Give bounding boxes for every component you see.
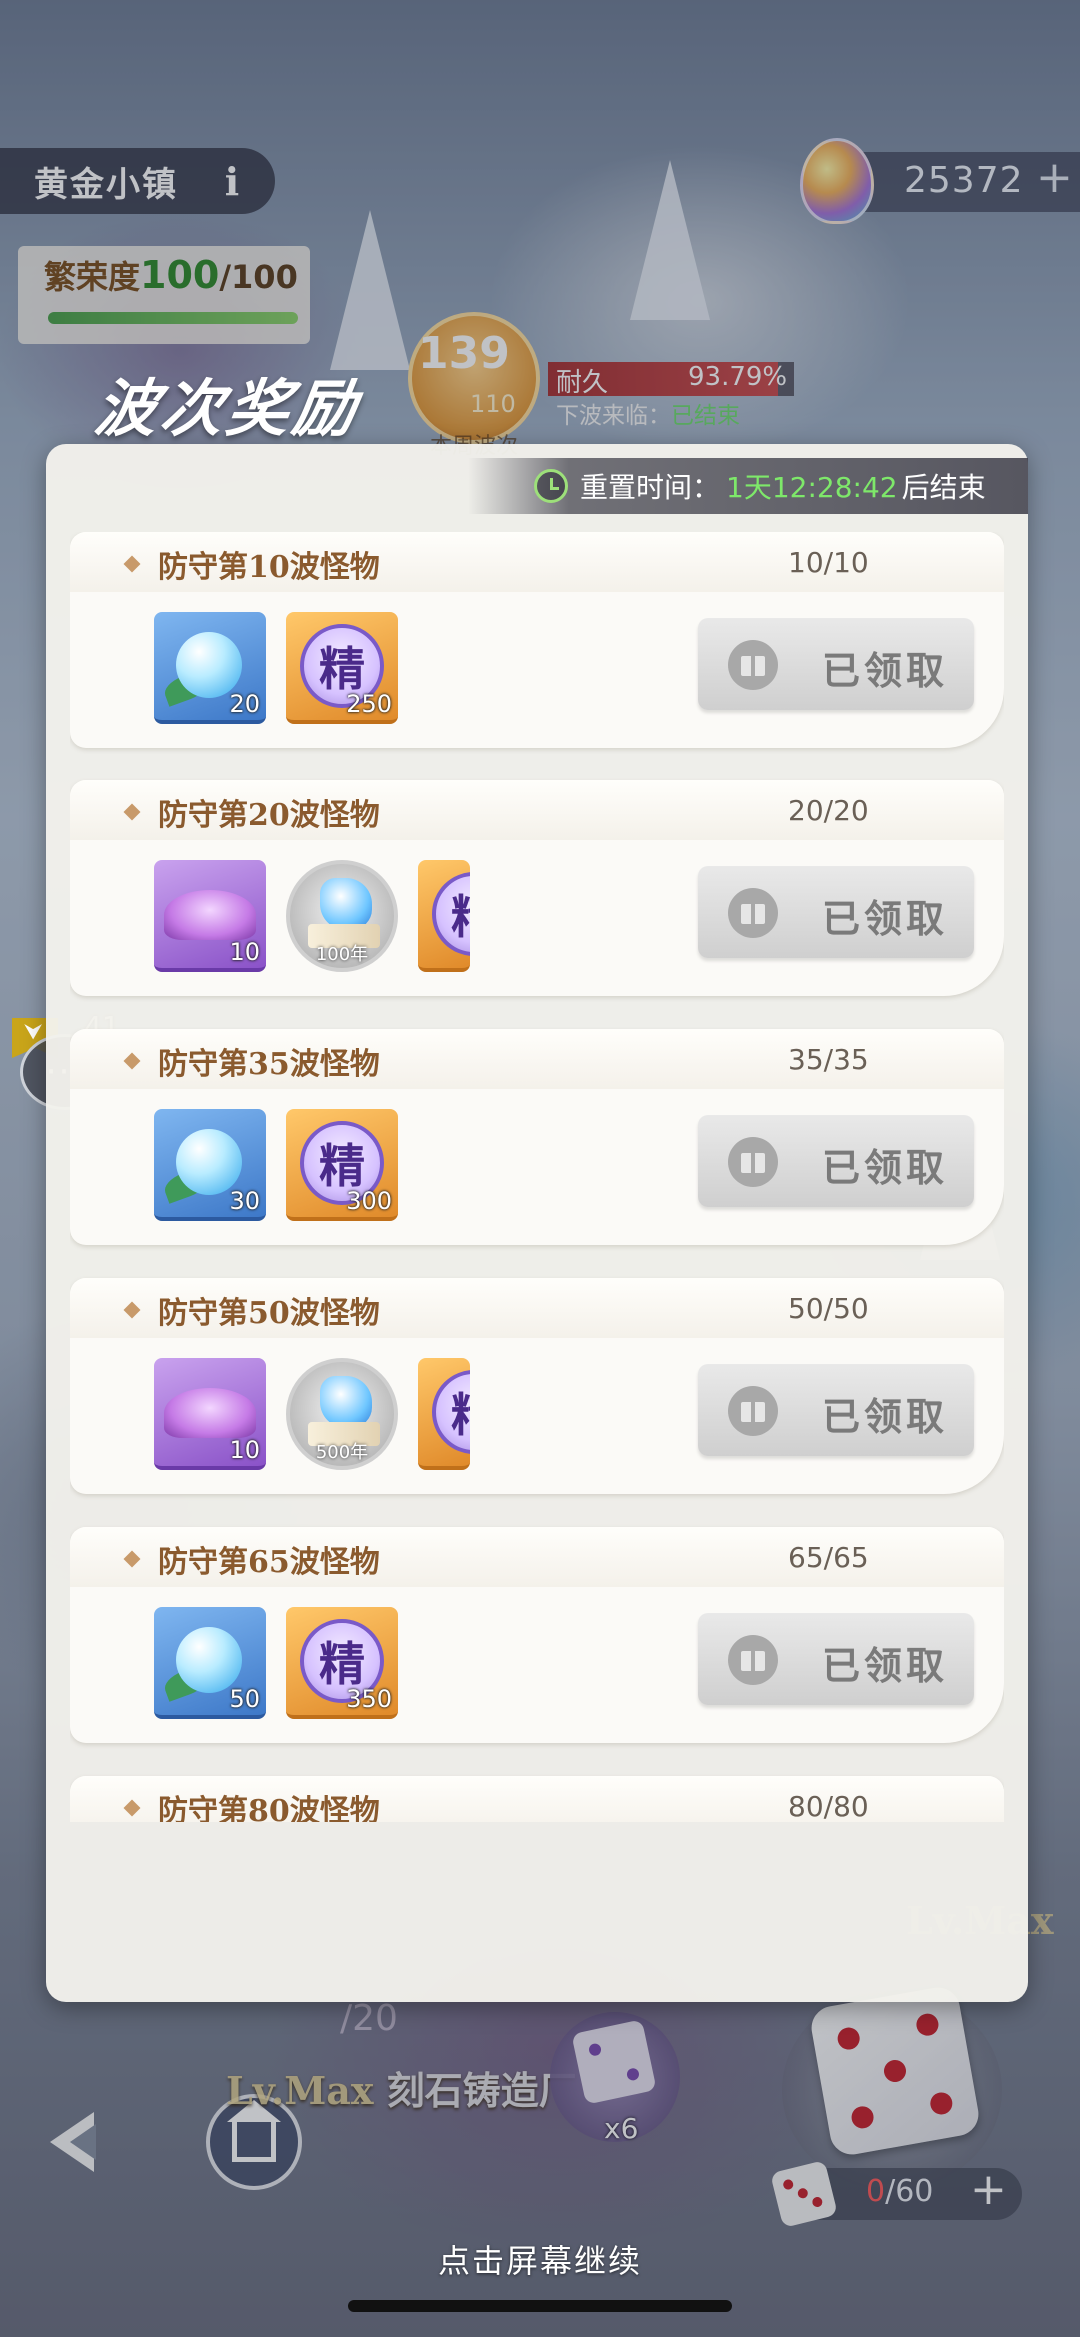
spirit-orb-item[interactable]: 20 [154,612,266,724]
jing-token-item[interactable]: 精 300 [286,1109,398,1221]
reward-card: 防守第65波怪物 65/65 50 精 350 已领取 [70,1527,1004,1743]
spirit-orb-icon [176,1129,242,1195]
purple-sand-icon [164,1388,256,1438]
reward-card: 防守第35波怪物 35/35 30 精 300 已领取 [70,1029,1004,1245]
reset-suffix: 后结束 [901,471,986,504]
reward-card: 防守第50波怪物 50/50 10 500年 精 已领取 [70,1278,1004,1494]
claimed-label: 已领取 [822,1644,949,1688]
reset-time: 1天12:28:42 [726,471,898,504]
claimed-button[interactable]: 已领取 [698,866,974,958]
claimed-label: 已领取 [822,1146,949,1190]
continue-hint[interactable]: 点击屏幕继续 [0,2236,1080,2282]
claimed-label: 已领取 [822,1395,949,1439]
reward-card: 防守第20波怪物 20/20 10 100年 精 已领取 [70,780,1004,996]
purple-sand-item[interactable]: 10 [154,1358,266,1470]
spirit-crystal-icon [320,878,372,930]
reward-progress: 20/20 [788,794,869,827]
reward-progress: 50/50 [788,1292,869,1325]
dialog-title: 波次奖励 [90,372,365,445]
gift-icon [728,1137,778,1187]
jing-token-icon: 精 [432,872,470,956]
item-quantity: 250 [346,690,392,718]
home-indicator[interactable] [348,2300,732,2312]
claimed-button[interactable]: 已领取 [698,1613,974,1705]
reward-title: 防守第50波怪物 [158,1296,380,1331]
claimed-label: 已领取 [822,897,949,941]
clock-icon [534,469,568,503]
spirit-orb-icon [176,632,242,698]
jing-token-item[interactable]: 精 250 [286,612,398,724]
reward-card: 防守第10波怪物 10/10 20 精 250 已领取 [70,532,1004,748]
purple-sand-icon [164,890,256,940]
reward-card: 防守第80波怪物 80/80 [70,1776,1004,1822]
spirit-orb-icon [176,1627,242,1693]
spirit-crystal-book-item[interactable]: 100年 [286,860,398,972]
claimed-button[interactable]: 已领取 [698,1115,974,1207]
reward-progress: 35/35 [788,1043,869,1076]
item-quantity: 50 [229,1685,260,1713]
reset-timer-bar: 重置时间： 1天12:28:42 后结束 [468,458,1028,514]
spirit-orb-item[interactable]: 30 [154,1109,266,1221]
spirit-crystal-icon [320,1376,372,1428]
reward-progress: 80/80 [788,1790,869,1822]
jing-token-item[interactable]: 精 [418,1358,470,1470]
item-quantity: 300 [346,1187,392,1215]
reward-progress: 10/10 [788,546,869,579]
purple-sand-item[interactable]: 10 [154,860,266,972]
item-quantity: 10 [229,938,260,966]
claimed-label: 已领取 [822,649,949,693]
item-year: 500年 [315,1442,369,1463]
item-quantity: 350 [346,1685,392,1713]
claimed-button[interactable]: 已领取 [698,1364,974,1456]
jing-token-item[interactable]: 精 350 [286,1607,398,1719]
reward-title: 防守第35波怪物 [158,1047,380,1082]
jing-token-icon: 精 [432,1370,470,1454]
jing-token-item[interactable]: 精 [418,860,470,972]
reward-list[interactable]: 防守第10波怪物 10/10 20 精 250 已领取 防守第20波怪物 20/… [70,532,1004,1822]
reward-title: 防守第10波怪物 [158,550,380,585]
item-year: 100年 [315,944,369,965]
reward-title: 防守第65波怪物 [158,1545,380,1580]
reward-progress: 65/65 [788,1541,869,1574]
item-quantity: 10 [229,1436,260,1464]
gift-icon [728,640,778,690]
reset-label: 重置时间： [580,471,721,504]
spirit-orb-item[interactable]: 50 [154,1607,266,1719]
gift-icon [728,1386,778,1436]
reward-title: 防守第80波怪物 [158,1794,380,1822]
spirit-crystal-book-item[interactable]: 500年 [286,1358,398,1470]
item-quantity: 20 [229,690,260,718]
gift-icon [728,888,778,938]
gift-icon [728,1635,778,1685]
item-quantity: 30 [229,1187,260,1215]
claimed-button[interactable]: 已领取 [698,618,974,710]
reward-title: 防守第20波怪物 [158,798,380,833]
